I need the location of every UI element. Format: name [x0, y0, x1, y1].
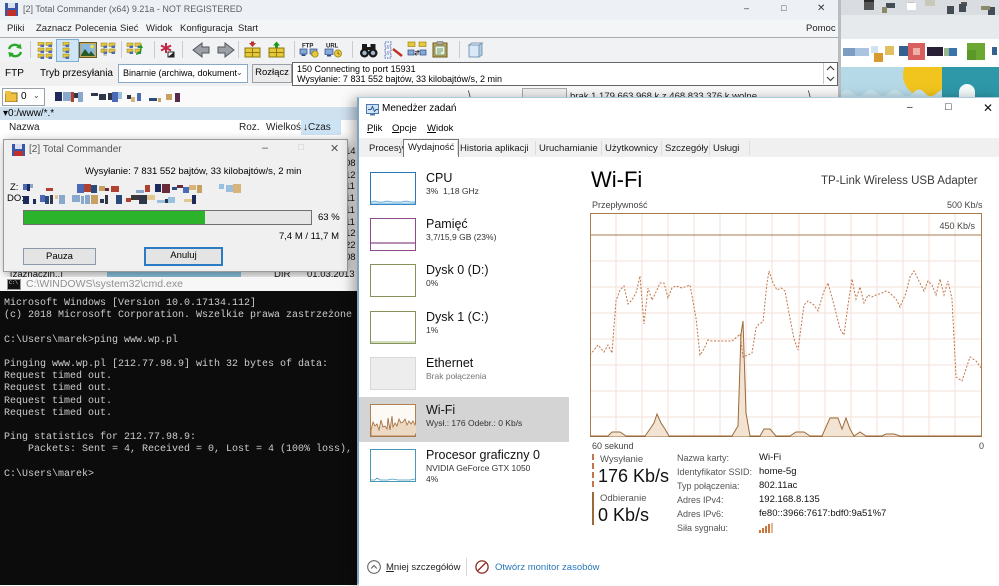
svg-text:450 Kb/s: 450 Kb/s — [939, 221, 975, 231]
svg-text:FTP: FTP — [302, 44, 313, 50]
svg-text:URL: URL — [326, 44, 339, 50]
